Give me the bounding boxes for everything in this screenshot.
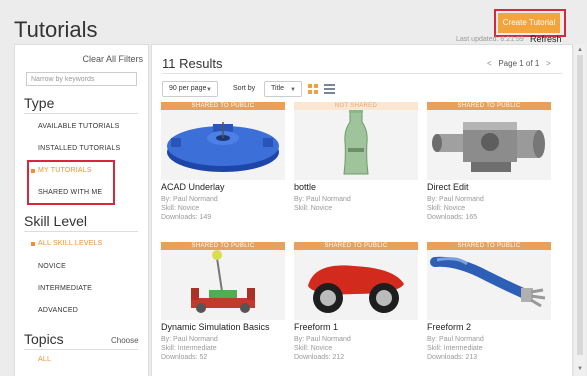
card-skill: Skill: Intermediate [161,345,217,352]
topics-section-title: Topics [24,331,64,347]
highlight-box [27,160,115,205]
sort-by-label: Sort by [233,85,256,92]
chevron-down-icon: ▼ [290,87,296,93]
card-title[interactable]: bottle [294,182,316,192]
tutorial-thumbnail[interactable]: SHARED TO PUBLIC [161,102,285,180]
choose-topics-link[interactable]: Choose [111,336,139,345]
card-title[interactable]: Freeform 2 [427,322,471,332]
filter-installed-tutorials[interactable]: INSTALLED TUTORIALS [38,145,120,152]
page-title: Tutorials [14,17,98,42]
share-status-badge: SHARED TO PUBLIC [427,242,551,250]
card-skill: Skill: Novice [427,205,466,212]
filter-all-skill-levels[interactable]: ALL SKILL LEVELS [31,240,103,247]
divider [24,231,138,232]
share-status-badge: NOT SHARED [294,102,418,110]
divider [24,349,138,350]
tutorial-thumbnail[interactable]: SHARED TO PUBLIC [427,242,551,320]
card-downloads: Downloads: 149 [161,214,212,221]
tutorial-thumbnail[interactable]: SHARED TO PUBLIC [427,102,551,180]
tutorial-thumbnail[interactable]: SHARED TO PUBLIC [294,242,418,320]
filter-sidebar: Clear All Filters Type AVAILABLE TUTORIA… [14,44,149,376]
filter-novice[interactable]: NOVICE [38,263,66,270]
card-skill: Skill: Novice [161,205,200,212]
card-title[interactable]: ACAD Underlay [161,182,225,192]
keyword-search-input[interactable] [26,72,137,86]
prev-page-button[interactable]: < [487,59,492,68]
per-page-value: 90 per page [169,85,207,92]
results-panel: 11 Results < Page 1 of 1 > 90 per page ▼… [151,44,573,376]
clear-all-filters-link[interactable]: Clear All Filters [82,54,143,64]
create-tutorial-button[interactable]: Create Tutorial [498,13,560,33]
share-status-badge: SHARED TO PUBLIC [161,242,285,250]
skill-level-section-title: Skill Level [24,213,88,229]
card-downloads: Downloads: 213 [427,354,478,361]
card-downloads: Downloads: 52 [161,354,208,361]
filter-intermediate[interactable]: INTERMEDIATE [38,285,92,292]
card-downloads: Downloads: 165 [427,214,478,221]
card-skill: Skill: Novice [294,205,333,212]
page-label: Page 1 of 1 [498,59,540,68]
filter-advanced[interactable]: ADVANCED [38,307,78,314]
divider [162,73,562,74]
scroll-down-icon[interactable]: ▼ [577,366,583,372]
tutorial-thumbnail[interactable]: NOT SHARED [294,102,418,180]
card-author: By: Paul Normand [161,336,218,343]
chevron-down-icon: ▼ [206,87,212,93]
filter-available-tutorials[interactable]: AVAILABLE TUTORIALS [38,123,119,130]
share-status-badge: SHARED TO PUBLIC [294,242,418,250]
divider [24,113,138,114]
card-title[interactable]: Dynamic Simulation Basics [161,322,270,332]
active-indicator [31,242,35,246]
scroll-up-icon[interactable]: ▲ [577,47,583,53]
grid-view-icon[interactable] [308,84,318,94]
sort-select[interactable]: Title ▼ [264,81,302,97]
card-downloads: Downloads: 212 [294,354,345,361]
filter-label: ALL SKILL LEVELS [38,240,103,247]
card-author: By: Paul Normand [294,196,351,203]
card-title[interactable]: Direct Edit [427,182,469,192]
per-page-select[interactable]: 90 per page ▼ [162,81,218,97]
refresh-link[interactable]: Refresh [530,34,562,44]
card-title[interactable]: Freeform 1 [294,322,338,332]
results-count: 11 Results [162,56,223,71]
last-updated-text: Last updated: 6:21:59 [456,36,524,43]
next-page-button[interactable]: > [546,59,551,68]
share-status-badge: SHARED TO PUBLIC [427,102,551,110]
card-author: By: Paul Normand [427,196,484,203]
type-section-title: Type [24,95,55,111]
card-author: By: Paul Normand [427,336,484,343]
card-skill: Skill: Novice [294,345,333,352]
card-author: By: Paul Normand [161,196,218,203]
tutorial-thumbnail[interactable]: SHARED TO PUBLIC [161,242,285,320]
card-skill: Skill: Intermediate [427,345,483,352]
filter-all-topics[interactable]: ALL [38,356,51,363]
card-author: By: Paul Normand [294,336,351,343]
sort-value: Title [271,85,284,92]
list-view-icon[interactable] [324,84,335,94]
scrollbar-thumb[interactable] [577,55,583,355]
pagination: < Page 1 of 1 > [487,59,551,68]
share-status-badge: SHARED TO PUBLIC [161,102,285,110]
